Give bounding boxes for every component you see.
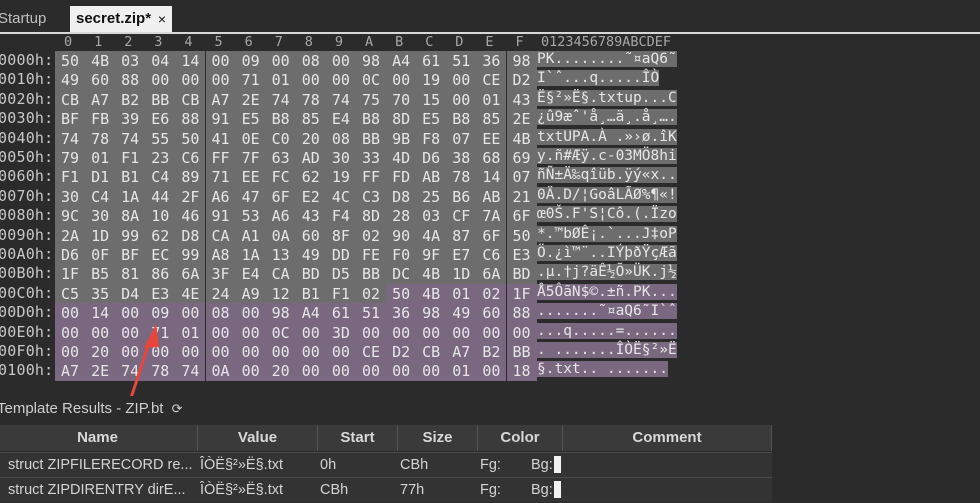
bg-color-swatch[interactable] [554, 456, 561, 473]
template-results-title: Template Results - ZIP.bt ⟳ [0, 400, 183, 417]
col-header-size[interactable]: Size [398, 425, 478, 451]
row-size: CBh [400, 457, 429, 473]
row-fg: Fg: [480, 482, 501, 498]
bg-color-swatch[interactable] [554, 481, 561, 498]
row-name: struct ZIPDIRENTRY dirE... [8, 482, 186, 498]
row-value: ÎÒË§²»Ë§.txt [200, 457, 284, 473]
row-size: 77h [400, 482, 425, 498]
col-header-color[interactable]: Color [478, 425, 563, 451]
row-start: CBh [320, 482, 349, 498]
row-fg: Fg: [480, 457, 501, 473]
col-header-name[interactable]: Name [0, 425, 198, 451]
panel-title-text: Template Results - ZIP.bt [0, 400, 164, 417]
col-header-value[interactable]: Value [198, 425, 318, 451]
row-name: struct ZIPFILERECORD re... [8, 457, 193, 473]
col-header-comment[interactable]: Comment [563, 425, 772, 451]
refresh-icon[interactable]: ⟳ [172, 401, 183, 416]
row-value: ÎÒË§²»Ë§.txt [200, 482, 284, 498]
col-header-start[interactable]: Start [318, 425, 398, 451]
row-start: 0h [320, 457, 337, 473]
